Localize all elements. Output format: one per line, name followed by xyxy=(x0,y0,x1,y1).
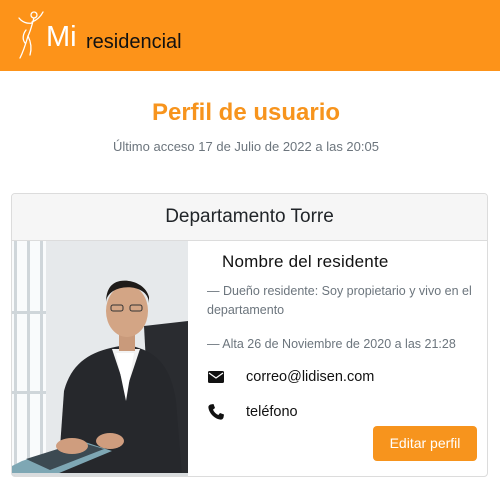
email-row: correo@lidisen.com xyxy=(207,366,477,388)
profile-card: Departamento Torre Nombre del residente … xyxy=(11,193,488,477)
resident-photo xyxy=(12,241,188,476)
edit-profile-button[interactable]: Editar perfil xyxy=(373,426,477,461)
brand-mi[interactable]: Mi xyxy=(46,20,77,54)
page-title: Perfil de usuario xyxy=(151,99,341,126)
resident-role-text: — Dueño residente: Soy propietario y viv… xyxy=(207,284,472,317)
last-access-text: Último acceso 17 de Julio de 2022 a las … xyxy=(113,139,379,154)
card-title: Departamento Torre xyxy=(165,206,334,227)
brand-residencial[interactable]: residencial xyxy=(86,31,182,53)
phone-icon xyxy=(208,404,224,420)
card-header: Departamento Torre xyxy=(12,194,487,241)
registration-date-text: — Alta 26 de Noviembre de 2020 a las 21:… xyxy=(207,337,456,351)
resident-name: Nombre del residente xyxy=(222,252,389,271)
email-value: correo@lidisen.com xyxy=(246,369,375,385)
dancer-logo-icon[interactable] xyxy=(14,8,46,62)
top-navbar: Mi residencial xyxy=(0,0,500,71)
phone-row: teléfono xyxy=(207,401,477,423)
phone-value: teléfono xyxy=(246,404,298,420)
envelope-icon xyxy=(208,371,224,383)
